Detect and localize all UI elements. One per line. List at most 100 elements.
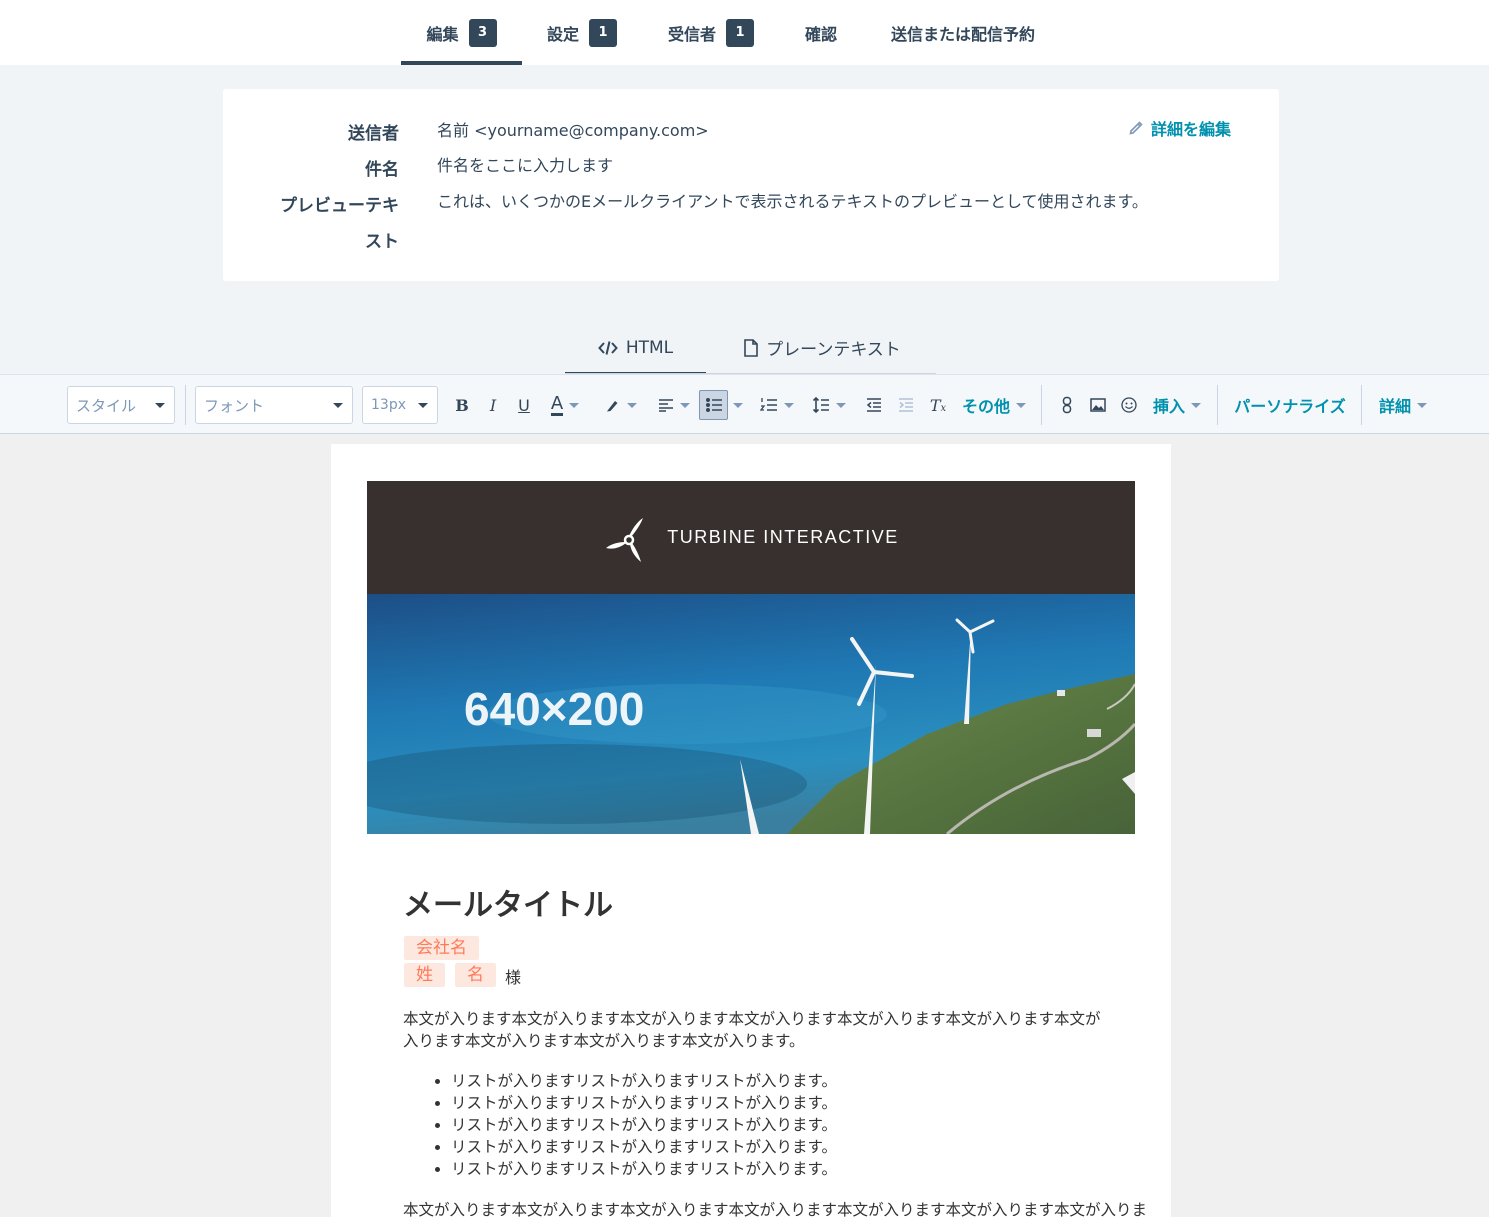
- bold-button[interactable]: B: [452, 390, 472, 420]
- rich-text-toolbar: スタイル フォント 13px B I U A Tx その他 挿入 パーソナライズ…: [0, 374, 1489, 434]
- align-icon: [659, 399, 673, 412]
- indent-button[interactable]: [896, 390, 916, 420]
- tab-html[interactable]: HTML: [565, 320, 706, 375]
- step-tab-label: 編集: [426, 24, 459, 44]
- outdent-button[interactable]: [864, 390, 884, 420]
- image-icon: [1090, 398, 1106, 412]
- email-title[interactable]: メールタイトル: [403, 880, 613, 924]
- preview-text-label-continued: スト: [365, 232, 399, 252]
- line-height-button[interactable]: [808, 390, 850, 420]
- font-size-value: 13px: [371, 397, 406, 413]
- style-dropdown[interactable]: スタイル: [67, 386, 175, 424]
- text-color-button[interactable]: A: [544, 390, 586, 420]
- step-tab-recipients[interactable]: 受信者 1: [656, 0, 766, 65]
- email-body[interactable]: TURBINE INTERACTIVE 640×200 メールタイトル 会社名 …: [331, 444, 1171, 1217]
- italic-button[interactable]: I: [483, 390, 503, 420]
- text-color-icon: A: [550, 392, 564, 416]
- highlight-color-button[interactable]: [600, 390, 642, 420]
- chevron-down-icon: [1191, 402, 1201, 408]
- style-dropdown-value: スタイル: [76, 396, 137, 415]
- emoji-icon: [1121, 397, 1137, 413]
- chevron-down-icon: [733, 402, 743, 408]
- honorific-text: 様: [505, 968, 522, 987]
- company-name-token[interactable]: 会社名: [404, 936, 479, 960]
- turbine-logo-icon: [606, 517, 644, 562]
- indent-icon: [899, 398, 913, 412]
- clear-format-button[interactable]: Tx: [928, 390, 948, 420]
- chevron-down-icon: [1016, 402, 1026, 408]
- edit-details-link[interactable]: 詳細を編集: [1129, 116, 1231, 140]
- bulleted-list-icon: [705, 398, 722, 412]
- view-mode-tabs: HTML プレーンテキスト: [0, 320, 1489, 375]
- hero-image[interactable]: 640×200: [367, 594, 1135, 834]
- first-name-token[interactable]: 名: [455, 963, 496, 987]
- step-tab-label: 受信者: [667, 24, 716, 44]
- step-navigation: 編集 3 設定 1 受信者 1 確認 送信または配信予約: [0, 0, 1489, 65]
- insert-menu-label: 挿入: [1152, 397, 1185, 416]
- bulleted-list-options-button[interactable]: [730, 390, 746, 420]
- step-count-badge: 1: [726, 18, 754, 47]
- list-item[interactable]: リストが入りますリストが入りますリストが入ります。: [451, 1092, 837, 1114]
- list-item[interactable]: リストが入りますリストが入りますリストが入ります。: [451, 1114, 837, 1136]
- outdent-icon: [866, 398, 881, 412]
- toolbar-divider: [1361, 385, 1362, 425]
- toolbar-divider: [185, 385, 186, 425]
- align-button[interactable]: [656, 390, 692, 420]
- personalize-label: パーソナライズ: [1234, 397, 1346, 416]
- insert-menu-button[interactable]: 挿入: [1152, 390, 1202, 420]
- step-tab-settings[interactable]: 設定 1: [536, 0, 628, 65]
- link-icon: [1062, 396, 1072, 414]
- font-dropdown[interactable]: フォント: [195, 386, 353, 424]
- line-height-icon: [812, 396, 829, 414]
- bulleted-list-button[interactable]: [699, 390, 728, 420]
- underline-button[interactable]: U: [514, 390, 534, 420]
- chevron-down-icon: [836, 402, 846, 408]
- list-item[interactable]: リストが入りますリストが入りますリストが入ります。: [451, 1070, 837, 1092]
- step-tab-label: 確認: [804, 24, 837, 44]
- personalize-button[interactable]: パーソナライズ: [1234, 390, 1346, 420]
- chevron-down-icon: [680, 402, 690, 408]
- chevron-down-icon: [418, 403, 428, 408]
- bullet-list[interactable]: リストが入りますリストが入りますリストが入ります。 リストが入りますリストが入り…: [427, 1070, 837, 1180]
- insert-link-button[interactable]: [1057, 390, 1077, 420]
- step-tab-review[interactable]: 確認: [794, 0, 848, 65]
- subject-label: 件名: [365, 160, 399, 180]
- list-item[interactable]: リストが入りますリストが入りますリストが入ります。: [451, 1136, 837, 1158]
- advanced-menu-label: 詳細: [1378, 397, 1411, 416]
- highlight-icon: [607, 401, 618, 412]
- numbered-list-button[interactable]: [756, 390, 798, 420]
- image-size-label: 640×200: [464, 683, 645, 735]
- last-name-token[interactable]: 姓: [404, 963, 445, 987]
- toolbar-divider: [1217, 385, 1218, 425]
- chevron-down-icon: [784, 402, 794, 408]
- step-count-badge: 1: [589, 18, 617, 47]
- step-tab-label: 送信または配信予約: [890, 24, 1035, 44]
- subject-value: 件名をここに入力します: [437, 156, 614, 175]
- bold-icon: B: [455, 395, 469, 415]
- more-formatting-button[interactable]: その他: [960, 390, 1028, 420]
- from-label: 送信者: [348, 124, 399, 144]
- tab-plaintext[interactable]: プレーンテキスト: [730, 320, 915, 375]
- numbered-list-icon: [760, 398, 777, 411]
- font-dropdown-value: フォント: [204, 396, 265, 415]
- step-tab-send-or-schedule[interactable]: 送信または配信予約: [876, 0, 1050, 65]
- email-header[interactable]: TURBINE INTERACTIVE: [367, 481, 1135, 594]
- more-formatting-label: その他: [961, 397, 1010, 416]
- insert-emoji-button[interactable]: [1119, 390, 1139, 420]
- chevron-down-icon: [569, 402, 580, 408]
- preview-text-value: これは、いくつかのEメールクライアントで表示されるテキストのプレビューとして使用…: [437, 192, 1148, 211]
- preview-text-label: プレビューテキ: [280, 196, 399, 216]
- body-paragraph[interactable]: 本文が入ります本文が入ります本文が入ります本文が入ります本文が入ります本文が入り…: [403, 1008, 1103, 1052]
- step-tab-edit[interactable]: 編集 3: [401, 0, 522, 65]
- list-item[interactable]: リストが入りますリストが入りますリストが入ります。: [451, 1158, 837, 1180]
- code-icon: [597, 340, 618, 355]
- document-icon: [744, 338, 758, 357]
- tab-plaintext-label: プレーンテキスト: [766, 340, 901, 360]
- body-paragraph[interactable]: 本文が入ります本文が入ります本文が入ります本文が入ります本文が入ります本文が入り…: [403, 1199, 1147, 1217]
- advanced-menu-button[interactable]: 詳細: [1378, 390, 1428, 420]
- insert-image-button[interactable]: [1088, 390, 1108, 420]
- edit-details-label: 詳細を編集: [1150, 120, 1231, 139]
- chevron-down-icon: [1417, 402, 1427, 408]
- chevron-down-icon: [627, 402, 637, 408]
- font-size-dropdown[interactable]: 13px: [362, 386, 438, 424]
